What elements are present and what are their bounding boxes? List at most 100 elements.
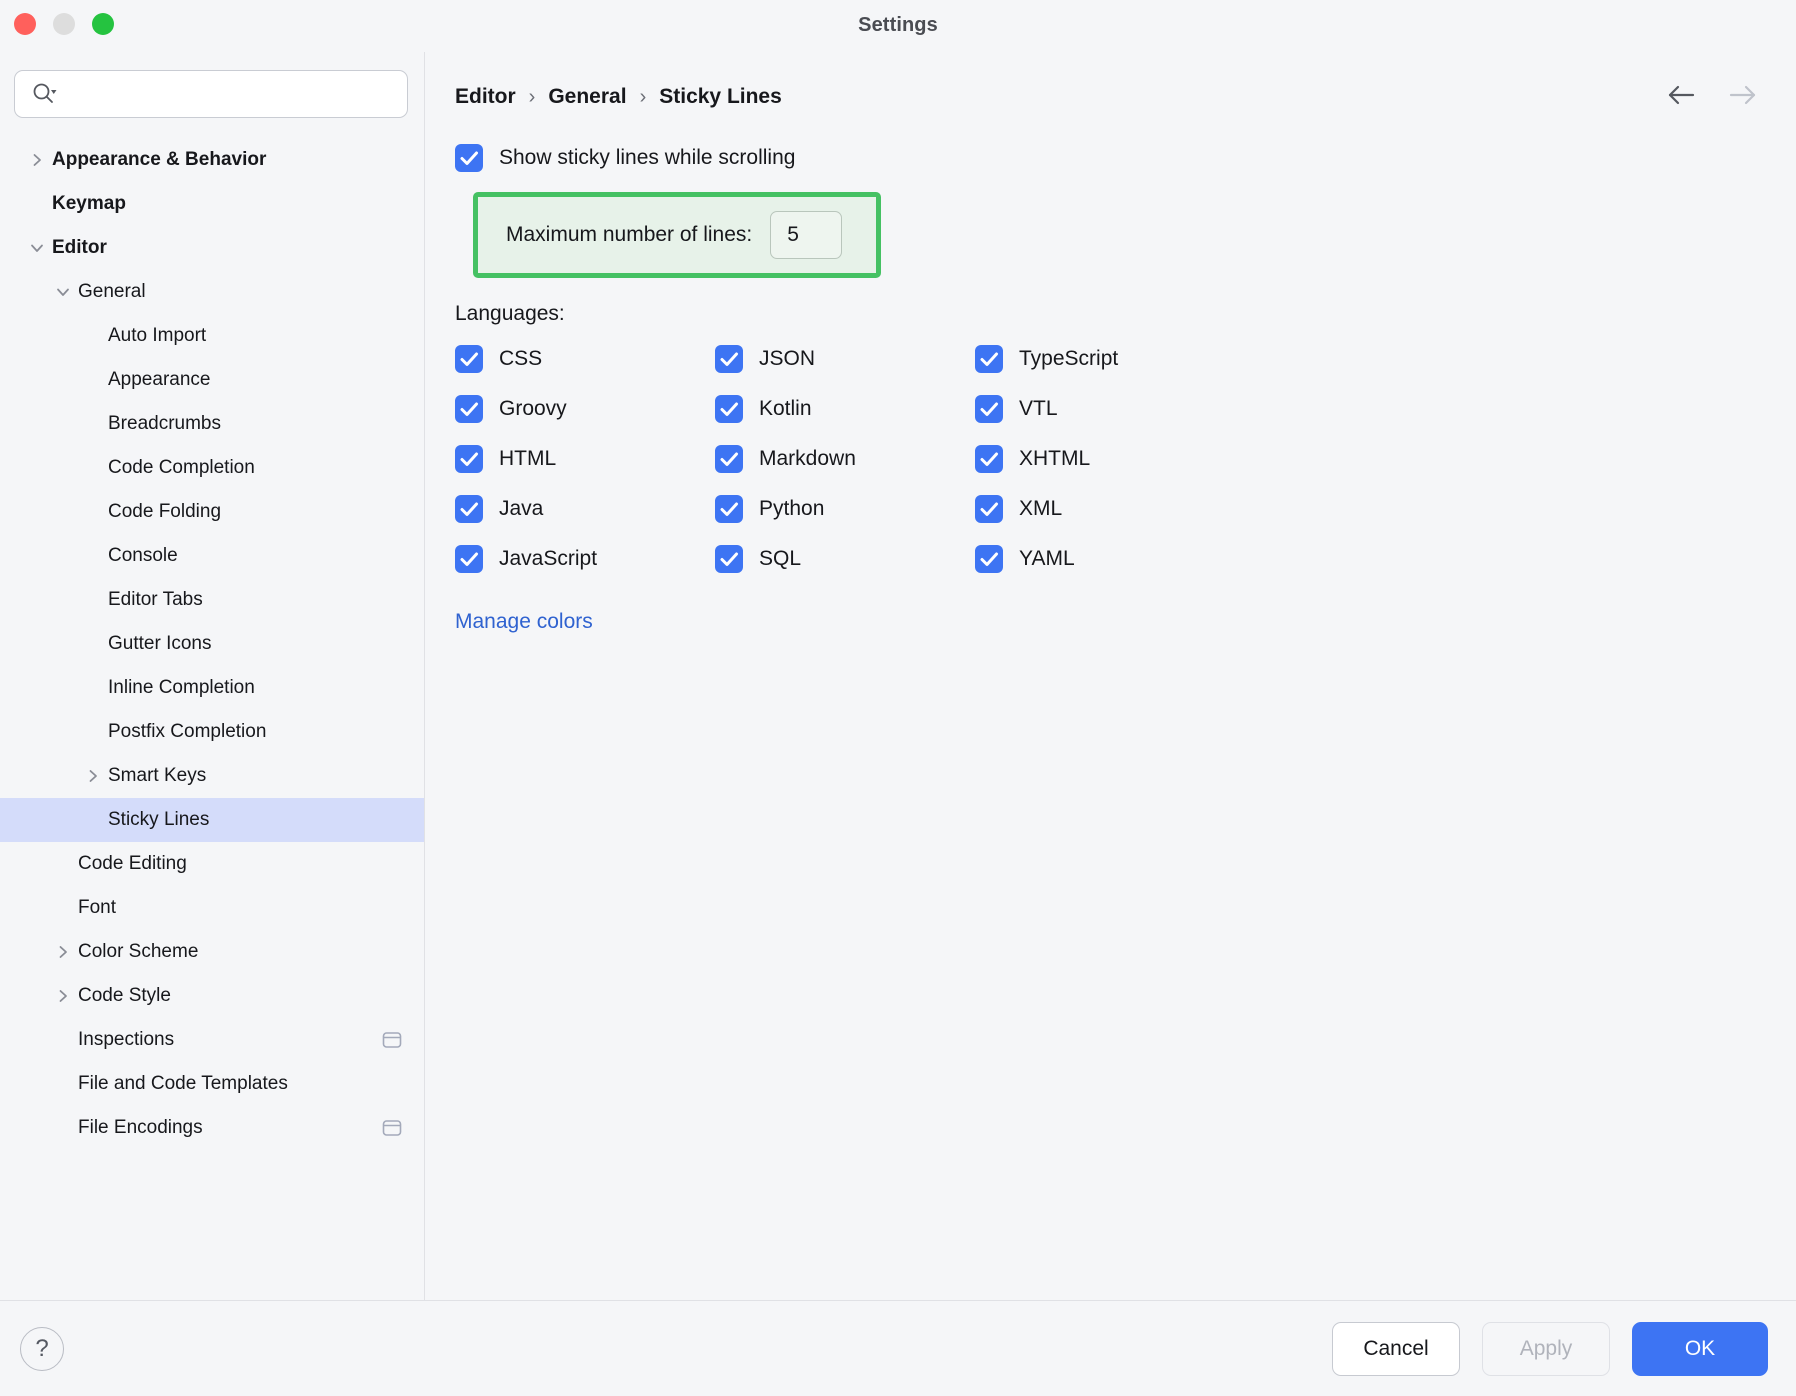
sidebar-item-console[interactable]: Console <box>0 534 424 578</box>
cancel-button[interactable]: Cancel <box>1332 1321 1460 1376</box>
sidebar-item-smart-keys[interactable]: Smart Keys <box>0 754 424 798</box>
checkbox-html[interactable] <box>455 445 483 473</box>
language-option-javascript[interactable]: JavaScript <box>455 542 715 576</box>
sidebar-item-file-encodings[interactable]: File Encodings <box>0 1106 424 1150</box>
sidebar-item-label: Code Folding <box>108 501 222 522</box>
language-label: SQL <box>759 547 802 570</box>
checkbox-json[interactable] <box>715 345 743 373</box>
checkbox-groovy[interactable] <box>455 395 483 423</box>
breadcrumb-separator: › <box>639 85 647 108</box>
chevron-right-icon[interactable] <box>22 151 52 169</box>
help-button[interactable]: ? <box>20 1326 64 1371</box>
breadcrumb-part-1[interactable]: General <box>548 85 626 109</box>
sidebar-item-gutter-icons[interactable]: Gutter Icons <box>0 622 424 666</box>
sidebar-item-font[interactable]: Font <box>0 886 424 930</box>
dialog-body: Appearance & Behavior Keymap Editor General… <box>0 52 1796 1300</box>
search-input[interactable] <box>63 84 395 104</box>
show-sticky-lines-checkbox[interactable] <box>455 144 483 172</box>
breadcrumb-part-0[interactable]: Editor <box>455 85 516 109</box>
chevron-down-icon[interactable] <box>22 239 52 257</box>
checkbox-javascript[interactable] <box>455 545 483 573</box>
chevron-down-icon[interactable] <box>48 283 78 301</box>
close-window-button[interactable] <box>14 13 36 35</box>
minimize-window-button[interactable] <box>53 13 75 35</box>
sidebar-item-breadcrumbs[interactable]: Breadcrumbs <box>0 402 424 446</box>
sidebar-item-label: Console <box>108 545 178 566</box>
sidebar-item-label: Code Style <box>78 985 171 1006</box>
chevron-right-icon[interactable] <box>48 943 78 961</box>
window-title: Settings <box>858 13 938 36</box>
show-sticky-lines-row[interactable]: Show sticky lines while scrolling <box>455 140 1766 176</box>
sidebar-item-code-style[interactable]: Code Style <box>0 974 424 1018</box>
language-option-kotlin[interactable]: Kotlin <box>715 392 975 426</box>
settings-tree: Appearance & Behavior Keymap Editor General… <box>0 130 424 1300</box>
language-option-css[interactable]: CSS <box>455 342 715 376</box>
language-option-sql[interactable]: SQL <box>715 542 975 576</box>
sidebar-item-code-editing[interactable]: Code Editing <box>0 842 424 886</box>
checkbox-java[interactable] <box>455 495 483 523</box>
max-lines-stepper[interactable] <box>770 211 843 259</box>
sidebar-item-keymap[interactable]: Keymap <box>0 182 424 226</box>
language-label: Kotlin <box>759 397 812 420</box>
sidebar-item-general[interactable]: General <box>0 270 424 314</box>
sidebar-item-color-scheme[interactable]: Color Scheme <box>0 930 424 974</box>
arrow-right-icon[interactable] <box>1726 78 1760 112</box>
sidebar-item-code-completion[interactable]: Code Completion <box>0 446 424 490</box>
language-option-html[interactable]: HTML <box>455 442 715 476</box>
zoom-window-button[interactable] <box>92 13 114 35</box>
chevron-right-icon[interactable] <box>48 987 78 1005</box>
apply-button[interactable]: Apply <box>1482 1321 1610 1376</box>
language-option-markdown[interactable]: Markdown <box>715 442 975 476</box>
language-option-typescript[interactable]: TypeScript <box>975 342 1235 376</box>
chevron-right-icon[interactable] <box>78 767 108 785</box>
sidebar-item-label: Inline Completion <box>108 677 255 698</box>
checkbox-kotlin[interactable] <box>715 395 743 423</box>
sidebar-item-auto-import[interactable]: Auto Import <box>0 314 424 358</box>
language-label: JavaScript <box>499 547 598 570</box>
checkbox-yaml[interactable] <box>975 545 1003 573</box>
languages-label: Languages: <box>455 302 565 325</box>
checkbox-typescript[interactable] <box>975 345 1003 373</box>
language-option-java[interactable]: Java <box>455 492 715 526</box>
breadcrumb-part-2: Sticky Lines <box>659 85 782 108</box>
language-option-xml[interactable]: XML <box>975 492 1235 526</box>
sidebar-item-label: Auto Import <box>108 325 207 346</box>
manage-colors-link[interactable]: Manage colors <box>455 610 593 634</box>
sidebar-item-editor-tabs[interactable]: Editor Tabs <box>0 578 424 622</box>
sidebar-item-label: Font <box>78 897 117 918</box>
language-label: TypeScript <box>1019 347 1119 370</box>
sidebar-item-postfix-completion[interactable]: Postfix Completion <box>0 710 424 754</box>
arrow-left-icon[interactable] <box>1664 78 1698 112</box>
sidebar-item-appearance[interactable]: Appearance <box>0 358 424 402</box>
language-label: Java <box>499 497 544 520</box>
checkbox-xml[interactable] <box>975 495 1003 523</box>
checkbox-sql[interactable] <box>715 545 743 573</box>
checkbox-vtl[interactable] <box>975 395 1003 423</box>
language-option-python[interactable]: Python <box>715 492 975 526</box>
language-label: Groovy <box>499 397 567 420</box>
breadcrumb: Editor › General › Sticky Lines <box>455 74 1766 120</box>
sidebar-item-inspections[interactable]: Inspections <box>0 1018 424 1062</box>
checkbox-markdown[interactable] <box>715 445 743 473</box>
sidebar-item-inline-completion[interactable]: Inline Completion <box>0 666 424 710</box>
language-option-xhtml[interactable]: XHTML <box>975 442 1235 476</box>
sidebar-item-label: Color Scheme <box>78 941 199 962</box>
sidebar-item-editor[interactable]: Editor <box>0 226 424 270</box>
language-option-groovy[interactable]: Groovy <box>455 392 715 426</box>
sidebar-item-code-folding[interactable]: Code Folding <box>0 490 424 534</box>
max-lines-input[interactable] <box>787 223 842 247</box>
sidebar-item-label: Code Editing <box>78 853 187 874</box>
sidebar-item-file-and-code-templates[interactable]: File and Code Templates <box>0 1062 424 1106</box>
search-box[interactable] <box>14 70 408 118</box>
ok-button[interactable]: OK <box>1632 1321 1768 1376</box>
checkbox-xhtml[interactable] <box>975 445 1003 473</box>
language-option-json[interactable]: JSON <box>715 342 975 376</box>
language-option-yaml[interactable]: YAML <box>975 542 1235 576</box>
checkbox-css[interactable] <box>455 345 483 373</box>
sidebar-item-label: Code Completion <box>108 457 255 478</box>
language-option-vtl[interactable]: VTL <box>975 392 1235 426</box>
sidebar-item-sticky-lines[interactable]: Sticky Lines <box>0 798 424 842</box>
checkbox-python[interactable] <box>715 495 743 523</box>
sidebar-item-appearance-behavior[interactable]: Appearance & Behavior <box>0 138 424 182</box>
traffic-lights <box>14 13 114 35</box>
